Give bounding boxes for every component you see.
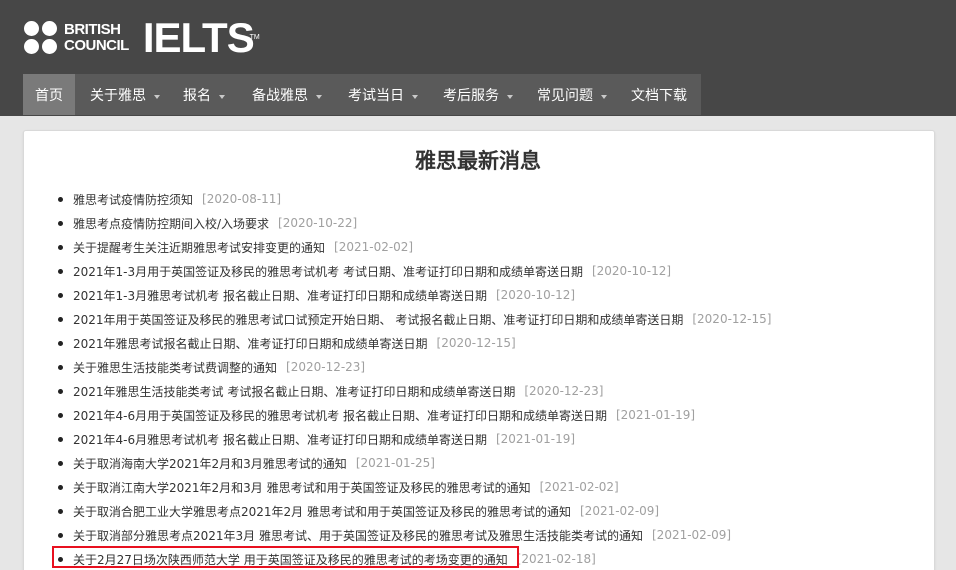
nav-item-faq[interactable]: 常见问题 xyxy=(521,74,615,115)
bullet-icon xyxy=(58,196,63,202)
nav-item-about-ielts[interactable]: 关于雅思 xyxy=(75,74,169,115)
page-title: 雅思最新消息 xyxy=(415,149,541,173)
news-link[interactable]: 雅思考点疫情防控期间入校/入场要求 xyxy=(73,215,269,232)
bullet-icon xyxy=(58,364,63,370)
bullet-icon xyxy=(58,508,63,514)
bullet-icon xyxy=(58,292,63,298)
trademark-mark: TM xyxy=(249,34,260,41)
news-date: [2021-02-02] xyxy=(334,240,414,254)
news-date: [2020-08-11] xyxy=(202,192,282,206)
news-date: [2021-01-19] xyxy=(495,432,576,446)
news-link[interactable]: 2021年1-3月雅思考试机考 报名截止日期、准考证打印日期和成绩单寄送日期 xyxy=(73,287,487,304)
british-council-dots-icon xyxy=(24,21,58,55)
news-date: [2020-12-15] xyxy=(436,336,516,350)
news-link[interactable]: 关于提醒考生关注近期雅思考试安排变更的通知 xyxy=(73,239,325,256)
news-link[interactable]: 雅思考试疫情防控须知 xyxy=(73,191,193,208)
nav-item-downloads[interactable]: 文档下载 xyxy=(615,74,701,115)
news-item: 2021年1-3月用于英国签证及移民的雅思考试机考 考试日期、准考证打印日期和成… xyxy=(58,259,938,283)
bullet-icon xyxy=(58,268,63,274)
chevron-down-icon xyxy=(219,94,225,99)
news-date: [2020-12-23] xyxy=(286,360,366,374)
bullet-icon xyxy=(58,436,63,442)
chevron-down-icon xyxy=(601,94,607,99)
news-list: 雅思考试疫情防控须知 [2020-08-11] 雅思考点疫情防控期间入校/入场要求… xyxy=(58,187,938,570)
news-link[interactable]: 关于雅思生活技能类考试费调整的通知 xyxy=(73,359,277,376)
news-date: [2020-10-12] xyxy=(591,264,672,278)
news-link[interactable]: 2021年雅思考试报名截止日期、准考证打印日期和成绩单寄送日期 xyxy=(73,335,428,352)
news-date: [2021-02-02] xyxy=(539,480,619,494)
news-link[interactable]: 2021年雅思生活技能类考试 考试报名截止日期、准考证打印日期和成绩单寄送日期 xyxy=(73,383,515,400)
bullet-icon xyxy=(58,340,63,346)
bullet-icon xyxy=(58,484,63,490)
site-header: BRITISH COUNCIL IELTS TM 首页 关于雅思 报名 备战雅思 … xyxy=(0,0,956,116)
nav-item-prepare[interactable]: 备战雅思 xyxy=(237,74,332,115)
news-item: 关于取消部分雅思考点2021年3月 雅思考试、用于英国签证及移民的雅思考试及雅思… xyxy=(58,523,938,547)
main-nav: 首页 关于雅思 报名 备战雅思 考试当日 考后服务 常见问题 文档下载 xyxy=(23,74,701,115)
news-item: 关于提醒考生关注近期雅思考试安排变更的通知 [2021-02-02] xyxy=(58,235,938,259)
news-link[interactable]: 关于取消部分雅思考点2021年3月 雅思考试、用于英国签证及移民的雅思考试及雅思… xyxy=(73,527,643,544)
news-date: [2020-10-22] xyxy=(278,216,358,230)
news-item: 2021年用于英国签证及移民的雅思考试口试预定开始日期、 考试报名截止日期、准考… xyxy=(58,307,938,331)
chevron-down-icon xyxy=(316,94,322,99)
news-link[interactable]: 关于取消海南大学2021年2月和3月雅思考试的通知 xyxy=(73,455,347,472)
chevron-down-icon xyxy=(412,94,418,99)
news-item: 2021年雅思考试报名截止日期、准考证打印日期和成绩单寄送日期 [2020-12-… xyxy=(58,331,938,355)
brand-logo[interactable]: BRITISH COUNCIL IELTS TM xyxy=(24,14,260,61)
news-link[interactable]: 2021年用于英国签证及移民的雅思考试口试预定开始日期、 考试报名截止日期、准考… xyxy=(73,311,683,328)
news-link[interactable]: 关于取消江南大学2021年2月和3月 雅思考试和用于英国签证及移民的雅思考试的通… xyxy=(73,479,531,496)
nav-item-test-day[interactable]: 考试当日 xyxy=(332,74,427,115)
bullet-icon xyxy=(58,316,63,322)
news-item: 雅思考点疫情防控期间入校/入场要求 [2020-10-22] xyxy=(58,211,938,235)
british-council-wordmark: BRITISH COUNCIL xyxy=(64,21,129,54)
news-item: 关于雅思生活技能类考试费调整的通知 [2020-12-23] xyxy=(58,355,938,379)
nav-item-register[interactable]: 报名 xyxy=(169,74,237,115)
news-link[interactable]: 关于取消合肥工业大学雅思考点2021年2月 雅思考试和用于英国签证及移民的雅思考… xyxy=(73,503,571,520)
news-link[interactable]: 2021年1-3月用于英国签证及移民的雅思考试机考 考试日期、准考证打印日期和成… xyxy=(73,263,583,280)
highlight-box xyxy=(52,546,519,568)
news-item: 雅思考试疫情防控须知 [2020-08-11] xyxy=(58,187,938,211)
chevron-down-icon xyxy=(154,94,160,99)
news-date: [2020-10-12] xyxy=(495,288,576,302)
news-date: [2020-12-15] xyxy=(692,312,772,326)
bullet-icon xyxy=(58,412,63,418)
news-item: 2021年雅思生活技能类考试 考试报名截止日期、准考证打印日期和成绩单寄送日期 [… xyxy=(58,379,938,403)
chevron-down-icon xyxy=(507,94,513,99)
news-item: 2021年4-6月用于英国签证及移民的雅思考试机考 报名截止日期、准考证打印日期… xyxy=(58,403,938,427)
news-date: [2021-02-18] xyxy=(516,552,596,566)
news-date: [2021-02-09] xyxy=(580,504,660,518)
news-item: 关于取消江南大学2021年2月和3月 雅思考试和用于英国签证及移民的雅思考试的通… xyxy=(58,475,938,499)
news-item: 关于取消合肥工业大学雅思考点2021年2月 雅思考试和用于英国签证及移民的雅思考… xyxy=(58,499,938,523)
news-date: [2021-02-09] xyxy=(652,528,732,542)
news-link[interactable]: 2021年4-6月雅思考试机考 报名截止日期、准考证打印日期和成绩单寄送日期 xyxy=(73,431,487,448)
news-date: [2021-01-25] xyxy=(355,456,435,470)
bullet-icon xyxy=(58,220,63,226)
news-item: 2021年1-3月雅思考试机考 报名截止日期、准考证打印日期和成绩单寄送日期 [2… xyxy=(58,283,938,307)
nav-item-home[interactable]: 首页 xyxy=(23,74,75,115)
news-item: 2021年4-6月雅思考试机考 报名截止日期、准考证打印日期和成绩单寄送日期 [2… xyxy=(58,427,938,451)
news-date: [2020-12-23] xyxy=(524,384,604,398)
nav-item-after-test[interactable]: 考后服务 xyxy=(427,74,521,115)
bullet-icon xyxy=(58,388,63,394)
bullet-icon xyxy=(58,460,63,466)
bullet-icon xyxy=(58,244,63,250)
news-item: 关于取消海南大学2021年2月和3月雅思考试的通知 [2021-01-25] xyxy=(58,451,938,475)
news-date: [2021-01-19] xyxy=(615,408,696,422)
news-link[interactable]: 2021年4-6月用于英国签证及移民的雅思考试机考 报名截止日期、准考证打印日期… xyxy=(73,407,607,424)
ielts-wordmark: IELTS TM xyxy=(142,14,260,61)
bullet-icon xyxy=(58,532,63,538)
